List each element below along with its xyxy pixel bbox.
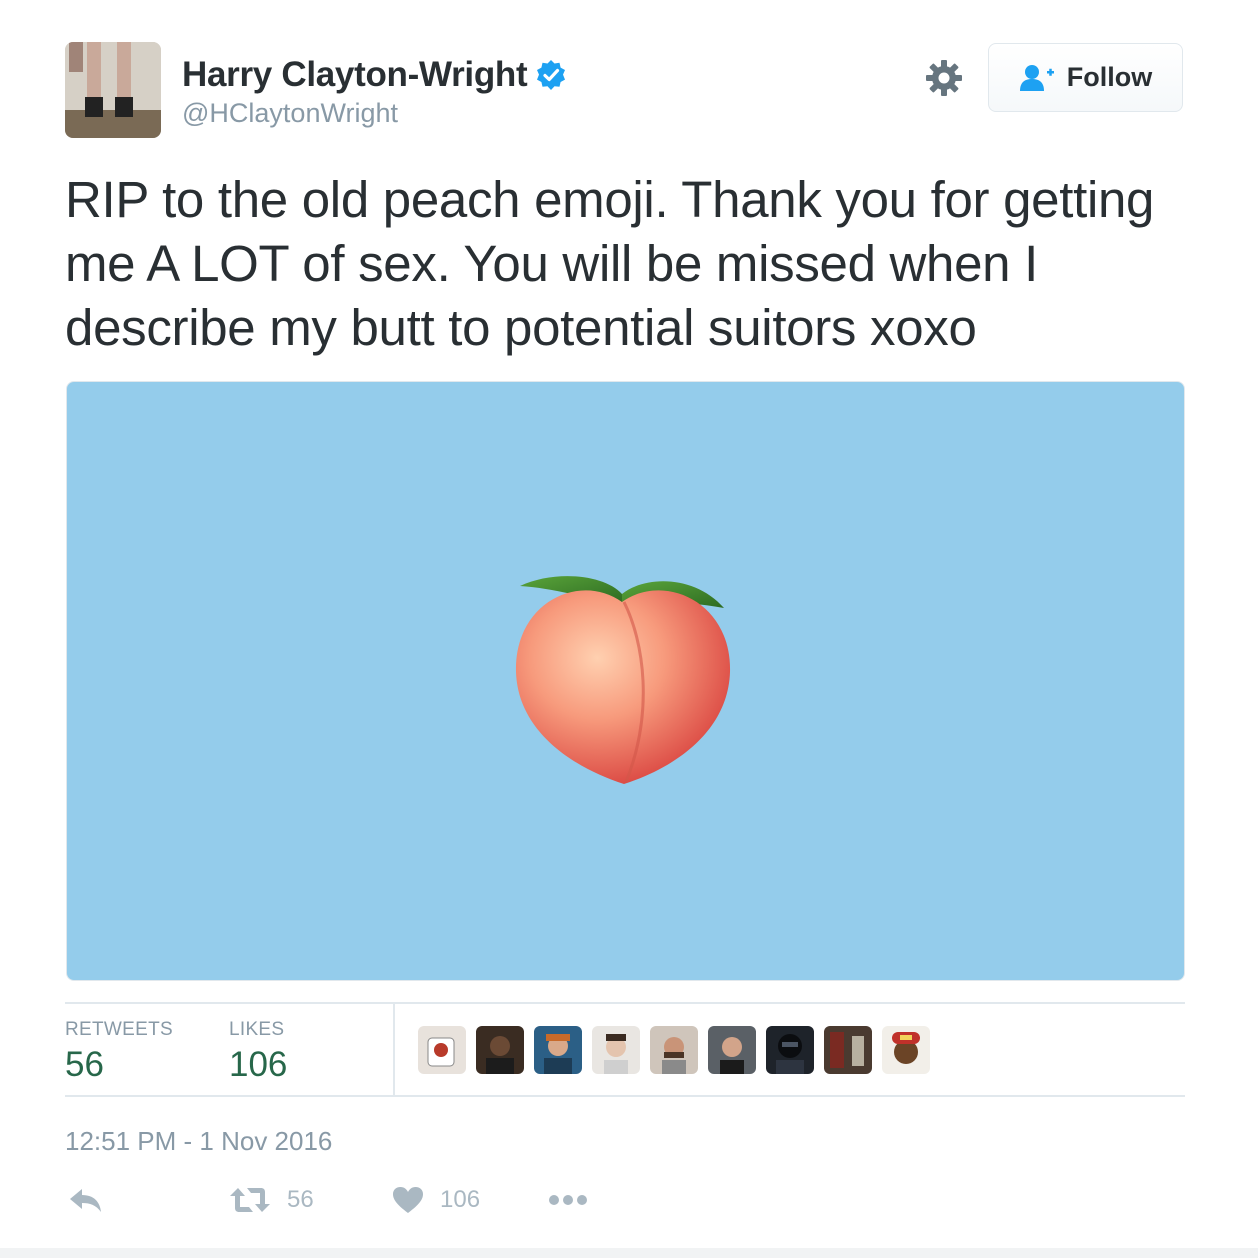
liker-avatar[interactable] — [476, 1026, 524, 1074]
liker-avatar[interactable] — [824, 1026, 872, 1074]
avatar-image — [65, 42, 161, 138]
like-action[interactable]: 106 — [392, 1186, 480, 1214]
stats-bottom-divider — [65, 1095, 1185, 1097]
reply-action[interactable] — [68, 1186, 104, 1214]
retweet-action[interactable]: 56 — [229, 1186, 314, 1214]
retweet-count: 56 — [287, 1186, 314, 1213]
add-user-icon — [1019, 64, 1054, 91]
reply-icon — [70, 1189, 101, 1212]
likes-label: LIKES — [229, 1019, 285, 1040]
liker-avatar[interactable] — [650, 1026, 698, 1074]
peach-emoji-icon — [515, 576, 731, 784]
heart-icon — [393, 1187, 423, 1213]
retweet-icon — [230, 1188, 270, 1212]
retweets-label: RETWEETS — [65, 1019, 173, 1040]
author-name-row: Harry Clayton-Wright — [182, 55, 567, 95]
tweet-timestamp[interactable]: 12:51 PM - 1 Nov 2016 — [65, 1126, 332, 1157]
liker-avatar[interactable] — [708, 1026, 756, 1074]
more-action[interactable] — [548, 1186, 588, 1214]
author-handle[interactable]: @HClaytonWright — [182, 98, 398, 129]
follow-button[interactable]: Follow — [988, 43, 1183, 112]
gear-icon[interactable] — [924, 58, 964, 98]
tweet-media[interactable] — [66, 381, 1185, 981]
follow-button-label: Follow — [1066, 62, 1153, 92]
retweets-count[interactable]: 56 — [65, 1045, 104, 1085]
author-avatar[interactable] — [65, 42, 161, 138]
tweet-text: RIP to the old peach emoji. Thank you fo… — [65, 171, 1155, 356]
liker-avatar[interactable] — [534, 1026, 582, 1074]
liker-avatar[interactable] — [766, 1026, 814, 1074]
author-display-name[interactable]: Harry Clayton-Wright — [182, 55, 528, 95]
more-icon — [549, 1195, 587, 1205]
liker-avatars — [418, 1026, 930, 1074]
stats-top-divider — [65, 1002, 1185, 1004]
bottom-strip — [0, 1248, 1258, 1258]
likes-count[interactable]: 106 — [229, 1045, 287, 1085]
like-count: 106 — [440, 1186, 481, 1213]
liker-avatar[interactable] — [418, 1026, 466, 1074]
liker-avatar[interactable] — [882, 1026, 930, 1074]
liker-avatar[interactable] — [592, 1026, 640, 1074]
verified-badge-icon — [537, 60, 566, 90]
stats-vertical-divider — [393, 1003, 395, 1096]
